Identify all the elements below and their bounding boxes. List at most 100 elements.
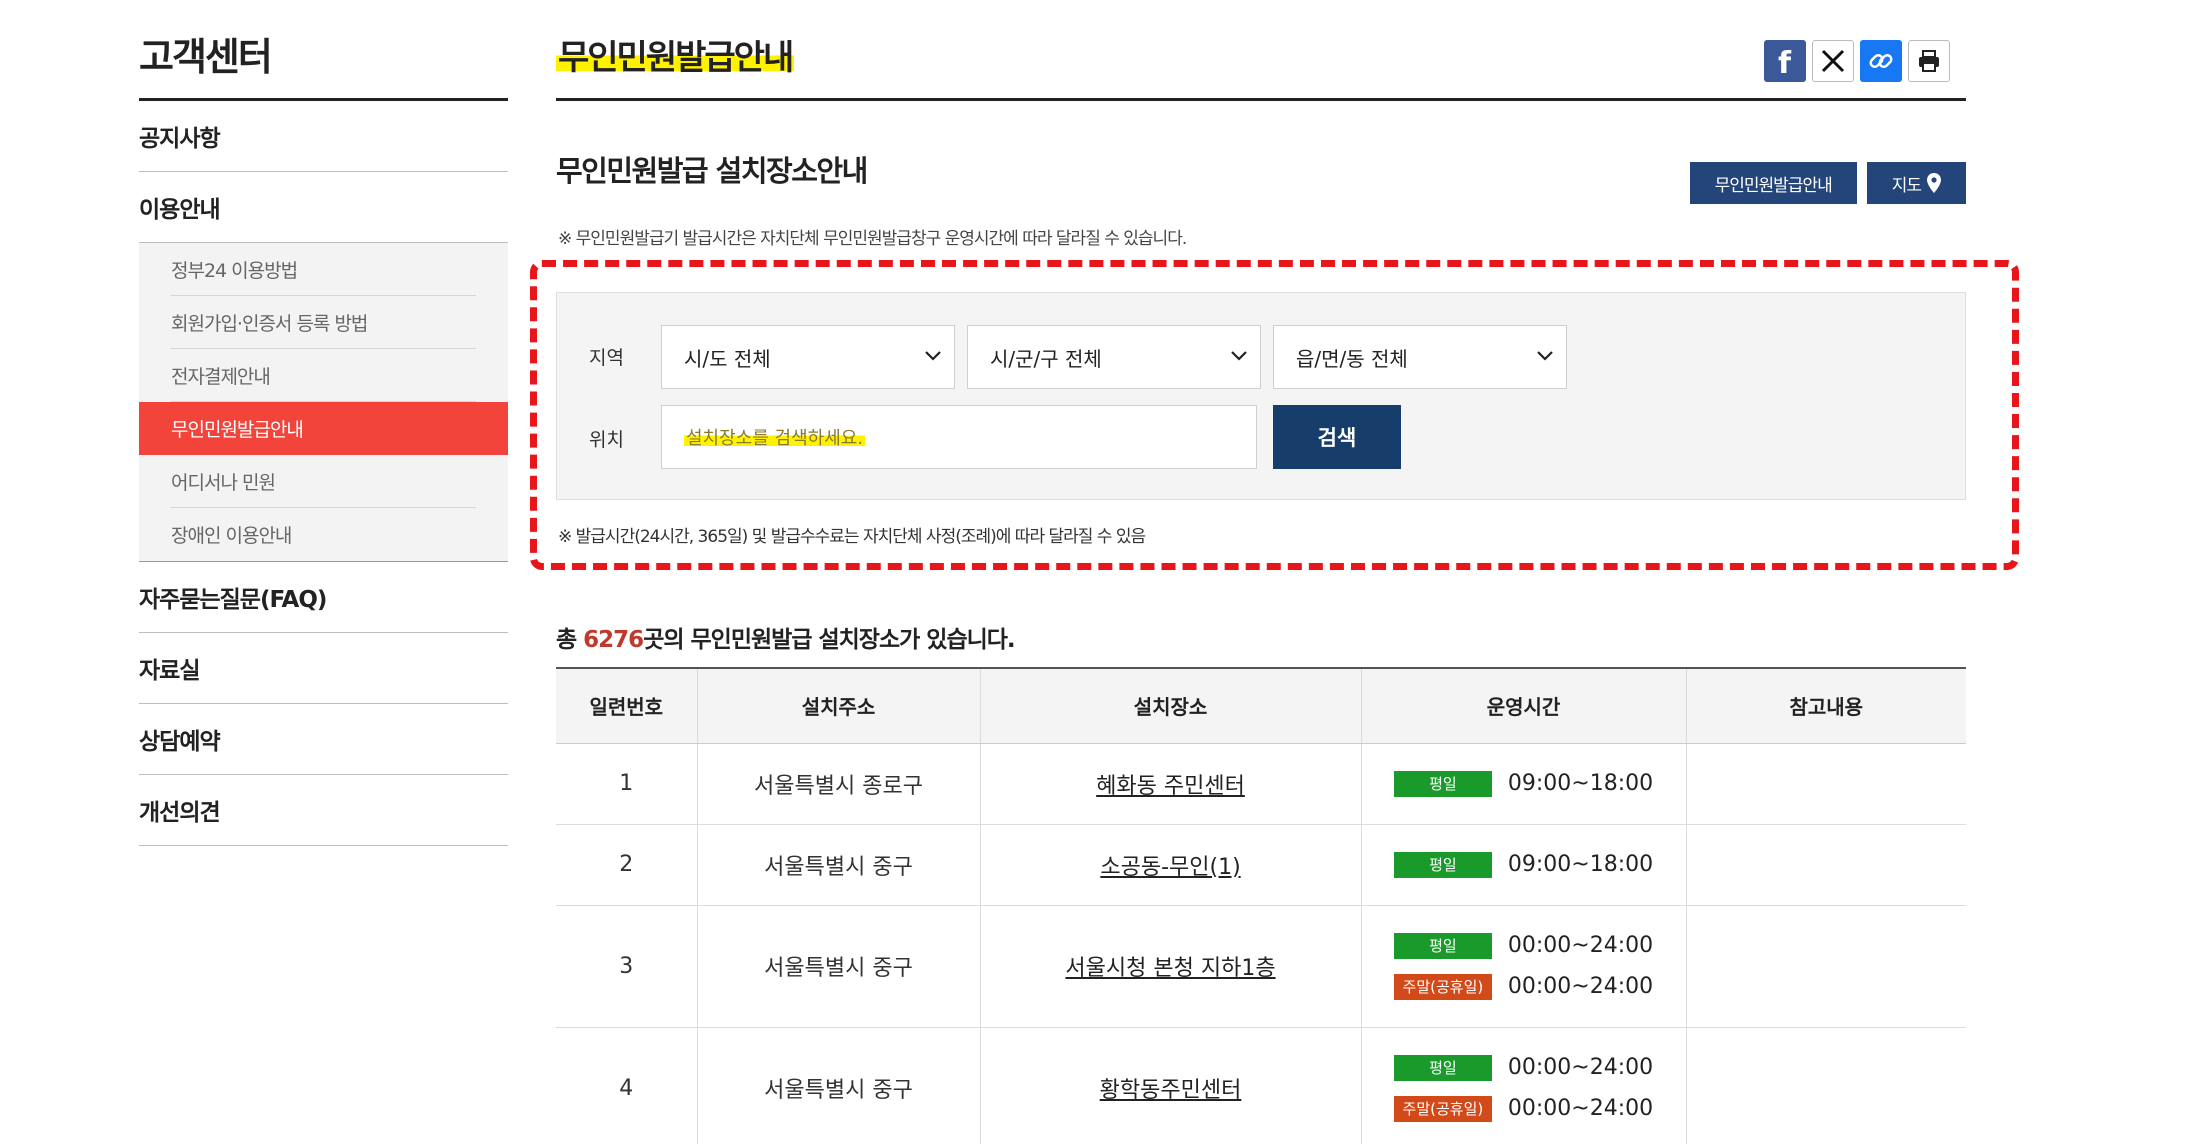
main-content: 무인민원발급안내 f 무인민원발급 설치장소안내 무인민원발급안내 지도 ※ 무… (530, 0, 2019, 1144)
sidebar-item-archive[interactable]: 자료실 (139, 633, 508, 704)
row-address: 서울특별시 종로구 (696, 743, 980, 825)
sidebar-sub-item-signup-cert[interactable]: 회원가입·인증서 등록 방법 (171, 296, 476, 349)
kiosk-location-table: 일련번호 설치주소 설치장소 운영시간 참고내용 1 서울특별시 종로구 혜화동… (556, 667, 1966, 1144)
row-place-link[interactable]: 서울시청 본청 지하1층 (1065, 956, 1275, 981)
region-label: 지역 (589, 347, 624, 369)
weekday-badge: 평일 (1393, 770, 1492, 797)
chevron-down-icon (925, 351, 941, 361)
x-share-button[interactable] (1812, 40, 1854, 82)
search-input-placeholder: 설치장소를 검색하세요. (684, 424, 866, 450)
row-note (1685, 905, 1966, 1028)
row-serial: 4 (556, 1027, 697, 1144)
map-pin-icon (1927, 173, 1941, 193)
row-hours: 평일 00:00~24:00 주말(공휴일) 00:00~24:00 (1360, 1027, 1686, 1144)
sidebar-item-guide[interactable]: 이용안내 (139, 172, 508, 243)
weekend-badge: 주말(공휴일) (1393, 1095, 1492, 1122)
dong-select-value: 읍/면/동 전체 (1296, 346, 1408, 371)
svg-text:f: f (1778, 46, 1792, 76)
map-button[interactable]: 지도 (1866, 162, 1966, 204)
share-toolbar: f (1764, 40, 1950, 82)
printer-icon (1919, 50, 1939, 72)
sidebar-item-consult[interactable]: 상담예약 (139, 704, 508, 775)
table-row: 2 서울특별시 중구 소공동-무인(1) 평일 09:00~18:00 (556, 824, 1966, 906)
sidebar-item-notice[interactable]: 공지사항 (139, 101, 508, 172)
page-header: 무인민원발급안내 f (556, 0, 1966, 101)
col-header-serial: 일련번호 (556, 668, 697, 744)
hours-value: 00:00~24:00 (1507, 1096, 1654, 1121)
page-title: 무인민원발급안내 (556, 30, 794, 79)
row-hours: 평일 09:00~18:00 (1360, 743, 1686, 825)
table-row: 3 서울특별시 중구 서울시청 본청 지하1층 평일 00:00~24:00 주말… (556, 905, 1966, 1028)
result-count: 6276 (583, 627, 644, 653)
row-place-link[interactable]: 소공동-무인(1) (1100, 855, 1240, 880)
col-header-hours: 운영시간 (1360, 668, 1686, 744)
sidebar-sub-item-payment[interactable]: 전자결제안내 (171, 349, 476, 402)
hours-value: 09:00~18:00 (1507, 771, 1654, 796)
sidebar-submenu: 정부24 이용방법 회원가입·인증서 등록 방법 전자결제안내 무인민원발급안내… (139, 242, 508, 562)
row-place-cell: 황학동주민센터 (979, 1027, 1361, 1144)
sidebar-sub-item-unmanned-kiosk[interactable]: 무인민원발급안내 (139, 402, 508, 455)
link-icon (1869, 53, 1893, 69)
location-label: 위치 (589, 429, 624, 451)
copy-link-button[interactable] (1860, 40, 1902, 82)
weekend-badge: 주말(공휴일) (1393, 973, 1492, 1000)
sidebar-sub-item-disabled[interactable]: 장애인 이용안내 (171, 508, 476, 561)
result-count-prefix: 총 (556, 627, 584, 653)
row-place-link[interactable]: 황학동주민센터 (1100, 1078, 1242, 1103)
issue-time-note: ※ 무인민원발급기 발급시간은 자치단체 무인민원발급창구 운영시간에 따라 달… (558, 229, 1187, 249)
row-serial: 3 (556, 905, 697, 1028)
table-row: 1 서울특별시 종로구 혜화동 주민센터 평일 09:00~18:00 (556, 743, 1966, 825)
search-panel: 지역 시/도 전체 시/군/구 전체 읍/면/동 전체 위치 설치장소를 검색하… (556, 292, 1966, 500)
section-buttons: 무인민원발급안내 지도 (1689, 162, 1966, 204)
weekday-badge: 평일 (1393, 932, 1492, 959)
x-icon (1821, 49, 1845, 73)
sidebar-sub-item-anywhere[interactable]: 어디서나 민원 (171, 455, 476, 508)
sidebar-title: 고객센터 (139, 0, 508, 101)
row-address: 서울특별시 중구 (696, 1027, 980, 1144)
sidebar-item-faq[interactable]: 자주묻는질문(FAQ) (139, 562, 508, 633)
sigungu-select-value: 시/군/구 전체 (990, 346, 1102, 371)
row-hours: 평일 00:00~24:00 주말(공휴일) 00:00~24:00 (1360, 905, 1686, 1028)
chevron-down-icon (1537, 351, 1553, 361)
section-title: 무인민원발급 설치장소안내 (556, 154, 868, 188)
col-header-address: 설치주소 (696, 668, 980, 744)
row-place-cell: 혜화동 주민센터 (979, 743, 1361, 825)
location-search-input[interactable]: 설치장소를 검색하세요. (661, 405, 1257, 469)
search-button[interactable]: 검색 (1273, 405, 1401, 469)
print-button[interactable] (1908, 40, 1950, 82)
dong-select[interactable]: 읍/면/동 전체 (1273, 325, 1567, 389)
sidebar: 고객센터 공지사항 이용안내 정부24 이용방법 회원가입·인증서 등록 방법 … (139, 0, 508, 846)
row-note (1685, 743, 1966, 825)
sido-select-value: 시/도 전체 (684, 346, 771, 371)
facebook-share-button[interactable]: f (1764, 40, 1806, 82)
sido-select[interactable]: 시/도 전체 (661, 325, 955, 389)
hours-value: 00:00~24:00 (1507, 933, 1654, 958)
table-row: 4 서울특별시 중구 황학동주민센터 평일 00:00~24:00 주말(공휴일)… (556, 1027, 1966, 1144)
sidebar-sub-item-gov24-usage[interactable]: 정부24 이용방법 (171, 243, 476, 296)
hours-value: 09:00~18:00 (1507, 852, 1654, 877)
row-place-link[interactable]: 혜화동 주민센터 (1096, 774, 1245, 799)
map-button-label: 지도 (1891, 175, 1922, 196)
weekday-badge: 평일 (1393, 1054, 1492, 1081)
row-place-cell: 서울시청 본청 지하1층 (979, 905, 1361, 1028)
row-serial: 1 (556, 743, 697, 825)
weekday-badge: 평일 (1393, 851, 1492, 878)
result-count-summary: 총 6276곳의 무인민원발급 설치장소가 있습니다. (556, 620, 1016, 654)
kiosk-guide-button[interactable]: 무인민원발급안내 (1689, 162, 1857, 204)
col-header-place: 설치장소 (979, 668, 1361, 744)
row-hours: 평일 09:00~18:00 (1360, 824, 1686, 906)
sigungu-select[interactable]: 시/군/구 전체 (967, 325, 1261, 389)
row-place-cell: 소공동-무인(1) (979, 824, 1361, 906)
table-header-row: 일련번호 설치주소 설치장소 운영시간 참고내용 (556, 668, 1966, 744)
row-note (1685, 1027, 1966, 1144)
col-header-note: 참고내용 (1685, 668, 1966, 744)
row-address: 서울특별시 중구 (696, 905, 980, 1028)
hours-value: 00:00~24:00 (1507, 1055, 1654, 1080)
chevron-down-icon (1231, 351, 1247, 361)
row-address: 서울특별시 중구 (696, 824, 980, 906)
facebook-icon: f (1778, 46, 1792, 76)
fee-note: ※ 발급시간(24시간, 365일) 및 발급수수료는 자치단체 사정(조례)에… (558, 527, 1146, 547)
hours-value: 00:00~24:00 (1507, 974, 1654, 999)
result-count-suffix: 곳의 무인민원발급 설치장소가 있습니다. (643, 627, 1015, 653)
sidebar-item-feedback[interactable]: 개선의견 (139, 775, 508, 846)
